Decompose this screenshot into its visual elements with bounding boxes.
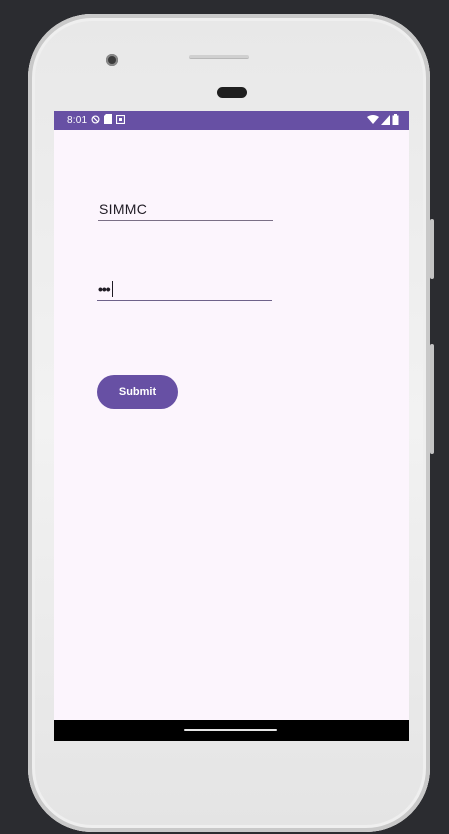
proximity-sensor: [217, 87, 247, 98]
password-value-wrapper: •••: [98, 281, 114, 297]
wifi-icon: [367, 114, 379, 128]
battery-icon: [392, 114, 399, 128]
password-value: •••: [98, 281, 111, 297]
signal-icon: [381, 114, 390, 128]
submit-button[interactable]: Submit: [97, 375, 178, 409]
app-screen: 8:01 SIMMC ••• Submit: [54, 111, 409, 741]
do-not-disturb-icon: [91, 114, 100, 127]
sim-card-icon: [104, 114, 113, 127]
volume-button[interactable]: [430, 219, 434, 279]
front-camera-icon: [106, 54, 118, 66]
home-gesture-handle[interactable]: [184, 729, 277, 731]
notification-icon: [116, 114, 126, 127]
earpiece-speaker: [189, 55, 249, 59]
username-value: SIMMC: [99, 201, 148, 217]
status-icons-right: [367, 114, 399, 128]
status-icons-left: [91, 114, 126, 127]
navigation-bar: [54, 720, 409, 741]
text-cursor: [111, 281, 114, 297]
password-field[interactable]: •••: [97, 275, 272, 301]
device-frame-area: 8:01 SIMMC ••• Submit: [0, 0, 449, 834]
status-bar: 8:01: [54, 111, 409, 130]
status-time: 8:01: [67, 115, 88, 126]
username-field[interactable]: SIMMC: [98, 198, 273, 221]
power-button[interactable]: [430, 344, 434, 454]
